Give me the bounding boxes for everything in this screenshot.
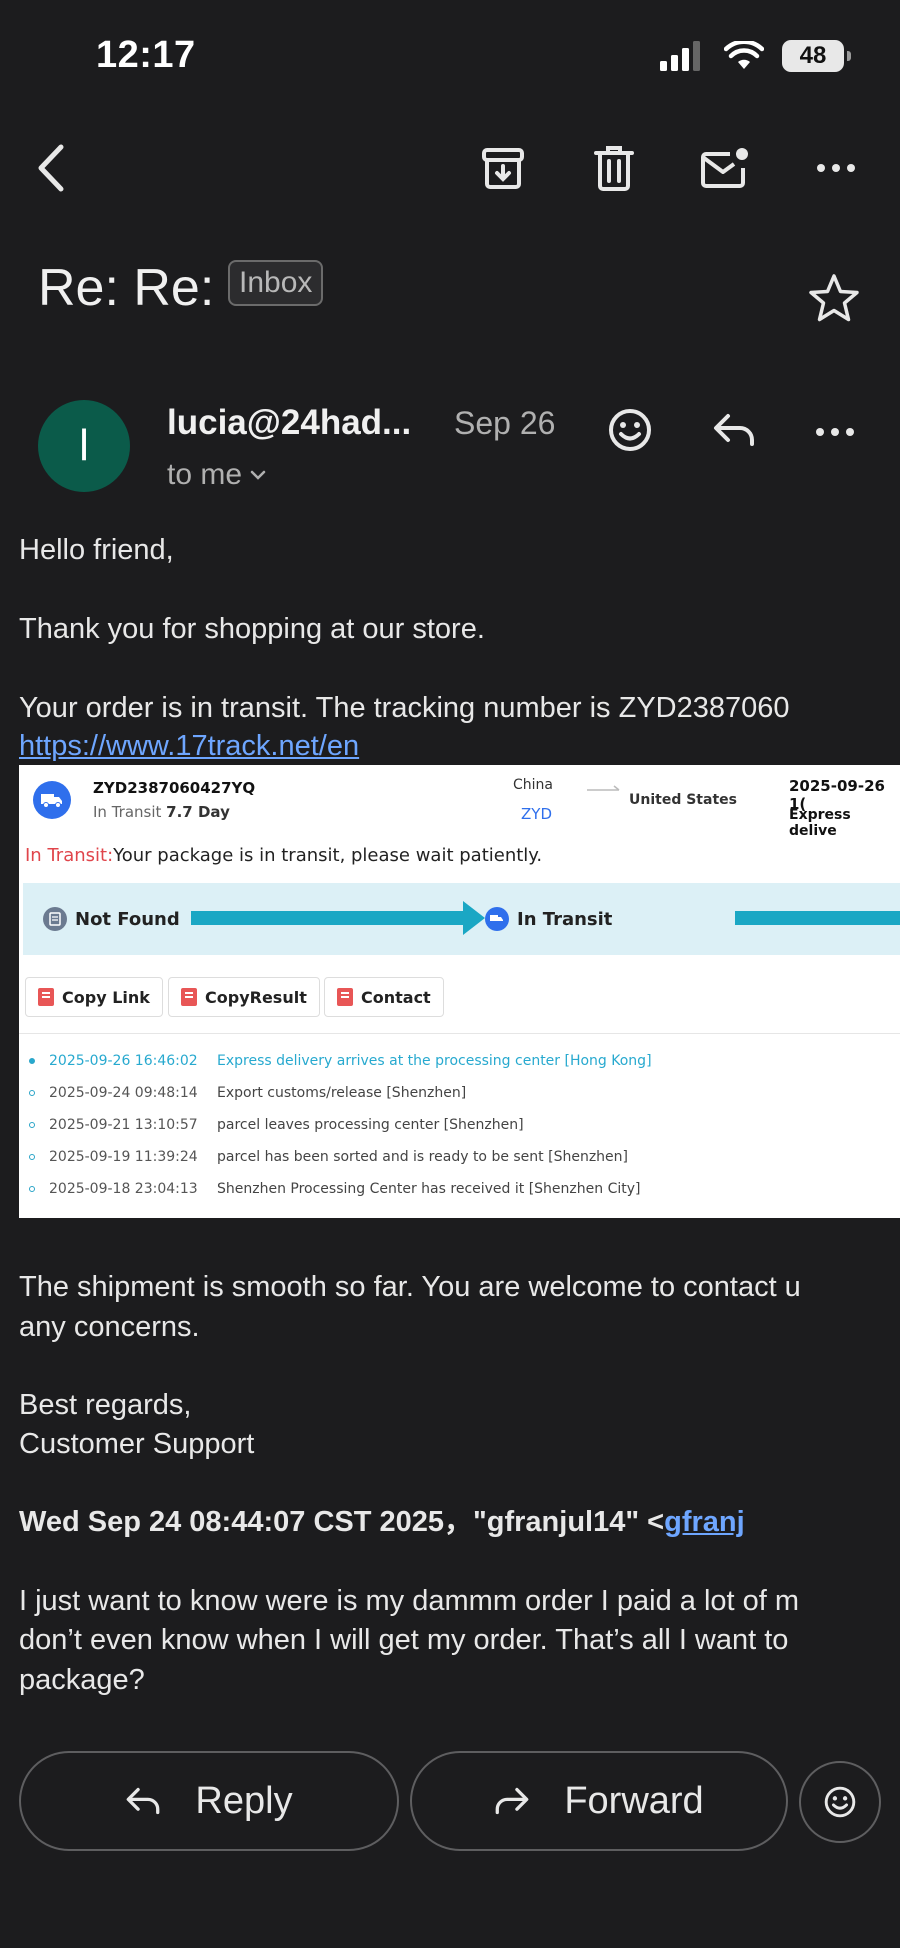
- email-subject: Re: Re:: [38, 259, 215, 317]
- quoted-email-link[interactable]: gfranj: [664, 1506, 745, 1538]
- back-arrow-icon: [38, 144, 64, 192]
- reply-label: Reply: [195, 1779, 293, 1822]
- forward-icon: [495, 1787, 529, 1815]
- route-arrow-icon: [587, 785, 620, 791]
- reply-icon: [127, 1787, 160, 1815]
- quoted-text-line: don’t even know when I will get my order…: [19, 1624, 789, 1656]
- copy-icon: [38, 988, 54, 1006]
- truck-icon: [33, 781, 71, 819]
- react-emoji-button[interactable]: [608, 408, 652, 457]
- star-button[interactable]: [808, 273, 860, 328]
- wifi-icon: [724, 41, 764, 69]
- sender-avatar[interactable]: l: [38, 400, 130, 492]
- trash-icon: [594, 146, 634, 191]
- tracking-event: 2025-09-24 09:48:14 Export customs/releas…: [29, 1085, 466, 1101]
- shipment-status-text-cont: any concerns.: [19, 1311, 200, 1343]
- more-horizontal-icon: [816, 428, 854, 436]
- document-icon: [43, 907, 67, 931]
- emoji-reaction-button[interactable]: [799, 1761, 881, 1843]
- cellular-signal-icon: [660, 41, 700, 71]
- transit-status-label: In Transit:: [25, 845, 114, 866]
- status-icons: 48: [660, 40, 851, 72]
- copy-icon: [181, 988, 197, 1006]
- forward-button[interactable]: Forward: [410, 1751, 788, 1851]
- archive-button[interactable]: [475, 140, 531, 196]
- contact-icon: [337, 988, 353, 1006]
- reply-icon: [714, 414, 754, 446]
- destination-country: United States: [629, 792, 737, 808]
- tracking-card[interactable]: ZYD2387060427YQ In Transit 7.7 Day China…: [19, 765, 900, 1218]
- transit-text: Your order is in transit. The tracking n…: [19, 692, 790, 724]
- emoji-icon: [609, 409, 651, 451]
- carrier-code: ZYD: [521, 805, 552, 823]
- quoted-text-line: package?: [19, 1664, 145, 1696]
- transit-status-text: Your package is in transit, please wait …: [113, 845, 543, 866]
- thanks-text: Thank you for shopping at our store.: [19, 613, 485, 645]
- reply-icon-button[interactable]: [712, 412, 756, 453]
- more-horizontal-icon: [817, 164, 855, 172]
- service-type: Express delive: [789, 807, 851, 839]
- tracking-event: 2025-09-18 23:04:13 Shenzhen Processing C…: [29, 1181, 640, 1197]
- quoted-header: Wed Sep 24 08:44:07 CST 2025，"gfranjul14…: [19, 1506, 745, 1538]
- greeting-text: Hello friend,: [19, 534, 174, 566]
- mark-unread-button[interactable]: [697, 140, 753, 196]
- regards-text: Best regards,: [19, 1389, 192, 1421]
- truck-icon: [485, 907, 509, 931]
- emoji-icon: [824, 1786, 856, 1818]
- inbox-label-badge[interactable]: Inbox: [228, 260, 324, 306]
- contact-button[interactable]: Contact: [324, 977, 444, 1017]
- shipment-status-text: The shipment is smooth so far. You are w…: [19, 1271, 801, 1303]
- more-options-button[interactable]: [808, 140, 864, 196]
- signature-text: Customer Support: [19, 1428, 255, 1460]
- tracking-link[interactable]: https://www.17track.net/en: [19, 726, 359, 766]
- sender-name[interactable]: lucia@24had...: [167, 403, 411, 443]
- archive-icon: [482, 148, 524, 189]
- battery-indicator: 48: [782, 40, 851, 72]
- origin-country: China: [513, 777, 553, 793]
- tracking-number: ZYD2387060427YQ: [93, 779, 256, 797]
- quoted-text-line: I just want to know were is my dammm ord…: [19, 1585, 800, 1617]
- copy-link-button[interactable]: Copy Link: [25, 977, 163, 1017]
- transit-status-line: In Transit:Your package is in transit, p…: [25, 845, 542, 866]
- tracking-event: 2025-09-21 13:10:57 parcel leaves process…: [29, 1117, 524, 1133]
- reply-button[interactable]: Reply: [19, 1751, 399, 1851]
- star-icon: [809, 274, 859, 322]
- delete-button[interactable]: [586, 140, 642, 196]
- email-date: Sep 26: [454, 405, 556, 441]
- recipient-toggle[interactable]: to me: [167, 458, 266, 492]
- forward-label: Forward: [564, 1779, 704, 1822]
- mail-unread-icon: [701, 148, 748, 188]
- tracking-event: 2025-09-19 11:39:24 parcel has been sorte…: [29, 1149, 628, 1165]
- chevron-down-icon: [250, 470, 266, 480]
- back-button[interactable]: [22, 140, 78, 196]
- tracking-event: 2025-09-26 16:46:02 Express delivery arri…: [29, 1053, 652, 1069]
- step-not-found: Not Found: [43, 907, 180, 931]
- message-more-button[interactable]: [815, 424, 855, 442]
- status-time: 12:17: [96, 34, 196, 76]
- copy-result-button[interactable]: CopyResult: [168, 977, 320, 1017]
- recipient-label: to me: [167, 458, 243, 491]
- card-divider: [19, 1033, 900, 1034]
- transit-duration: In Transit 7.7 Day: [93, 803, 230, 821]
- step-in-transit: In Transit: [485, 907, 612, 931]
